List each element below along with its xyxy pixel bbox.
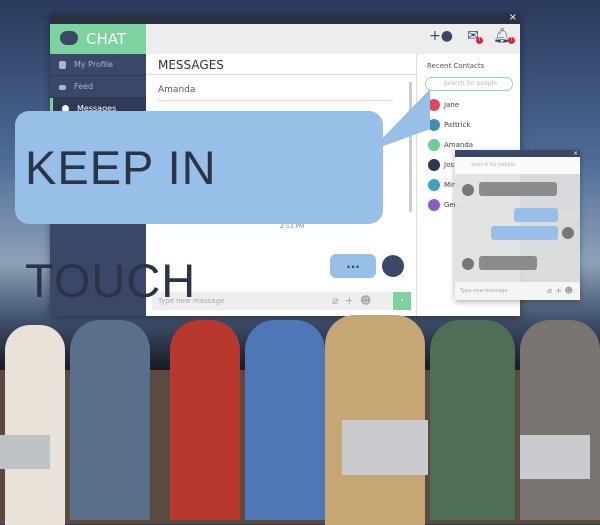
contact-name: Jane <box>444 101 460 109</box>
divider <box>146 74 416 75</box>
contact-pattrick[interactable]: Pattrick <box>428 118 470 132</box>
laptop <box>0 435 50 469</box>
messages-heading: MESSAGES <box>158 58 224 72</box>
emoji-icon[interactable]: ☻ <box>565 286 576 295</box>
contact-search-input[interactable]: Search for people <box>425 77 513 91</box>
person <box>520 320 600 520</box>
emoji-icon[interactable]: ☻ <box>360 294 377 307</box>
keep-in-touch-banner: KEEP IN TOUCH <box>15 111 383 307</box>
divider <box>158 100 393 101</box>
avatar <box>562 227 574 239</box>
app-header: CHAT <box>50 24 146 54</box>
person <box>430 320 515 520</box>
contact-jane[interactable]: Jane <box>428 98 459 112</box>
attach-icon[interactable]: ⌀ <box>547 286 555 295</box>
message-bubble <box>514 208 558 222</box>
contact-name: Amanda <box>444 141 474 149</box>
title-bar: × <box>50 12 520 24</box>
bell-badge: ! <box>507 37 515 44</box>
sidebar-item-label: Feed <box>74 82 94 91</box>
person <box>245 320 325 520</box>
attach-icon[interactable]: ⌀ <box>332 294 345 307</box>
popup-search-input[interactable]: Search for people <box>455 157 580 174</box>
person <box>170 320 240 520</box>
popup-input-icons: ⌀+☻ <box>547 282 576 300</box>
mail-badge: ! <box>475 37 483 44</box>
laptop <box>520 435 590 479</box>
typing-bubble: ... <box>330 254 376 278</box>
toolbar-icons: +● ✉! 🔔︎! <box>422 28 518 44</box>
app-title: CHAT <box>86 30 127 48</box>
avatar <box>428 139 440 151</box>
avatar <box>428 199 440 211</box>
sidebar-item-my-profile[interactable]: My Profile <box>50 54 146 76</box>
popup-close-button[interactable]: × <box>455 150 580 157</box>
avatar <box>428 179 440 191</box>
recent-contacts-heading: Recent Contacts <box>427 62 485 70</box>
add-user-icon[interactable]: +● <box>429 28 453 44</box>
chat-bubbles-icon <box>60 31 78 45</box>
contact-jos[interactable]: Jos <box>428 158 454 172</box>
person <box>5 325 65 525</box>
sidebar-item-feed[interactable]: Feed <box>50 76 146 98</box>
avatar <box>428 159 440 171</box>
avatar <box>462 184 474 196</box>
sidebar-item-label: My Profile <box>74 60 114 69</box>
contact-name: Pattrick <box>444 121 471 129</box>
plus-icon[interactable]: + <box>345 294 360 307</box>
user-avatar-icon <box>382 255 404 277</box>
mail-icon[interactable]: ✉! <box>467 28 483 44</box>
top-bar <box>146 24 416 54</box>
message-bubble <box>479 182 557 196</box>
couch-photo <box>0 315 600 525</box>
conversation-name: Amanda <box>158 85 196 95</box>
menu-icon <box>59 85 66 90</box>
input-icons: ⌀+☻ <box>332 292 377 310</box>
bell-icon[interactable]: 🔔︎! <box>493 28 515 44</box>
popup-chat-window: × Search for people Type new message ⌀+☻ <box>455 150 580 300</box>
laptop <box>342 420 428 475</box>
avatar <box>462 258 474 270</box>
message-bubble <box>491 226 558 240</box>
close-button[interactable]: × <box>509 12 517 23</box>
message-timestamp: 2:53 PM <box>280 223 305 230</box>
user-icon <box>59 61 66 69</box>
person <box>70 320 150 520</box>
send-button[interactable]: › <box>393 292 411 310</box>
message-bubble <box>479 256 537 270</box>
plus-icon[interactable]: + <box>555 286 565 295</box>
contact-name: Jos <box>444 161 454 169</box>
contact-geo[interactable]: Geo <box>428 198 458 212</box>
